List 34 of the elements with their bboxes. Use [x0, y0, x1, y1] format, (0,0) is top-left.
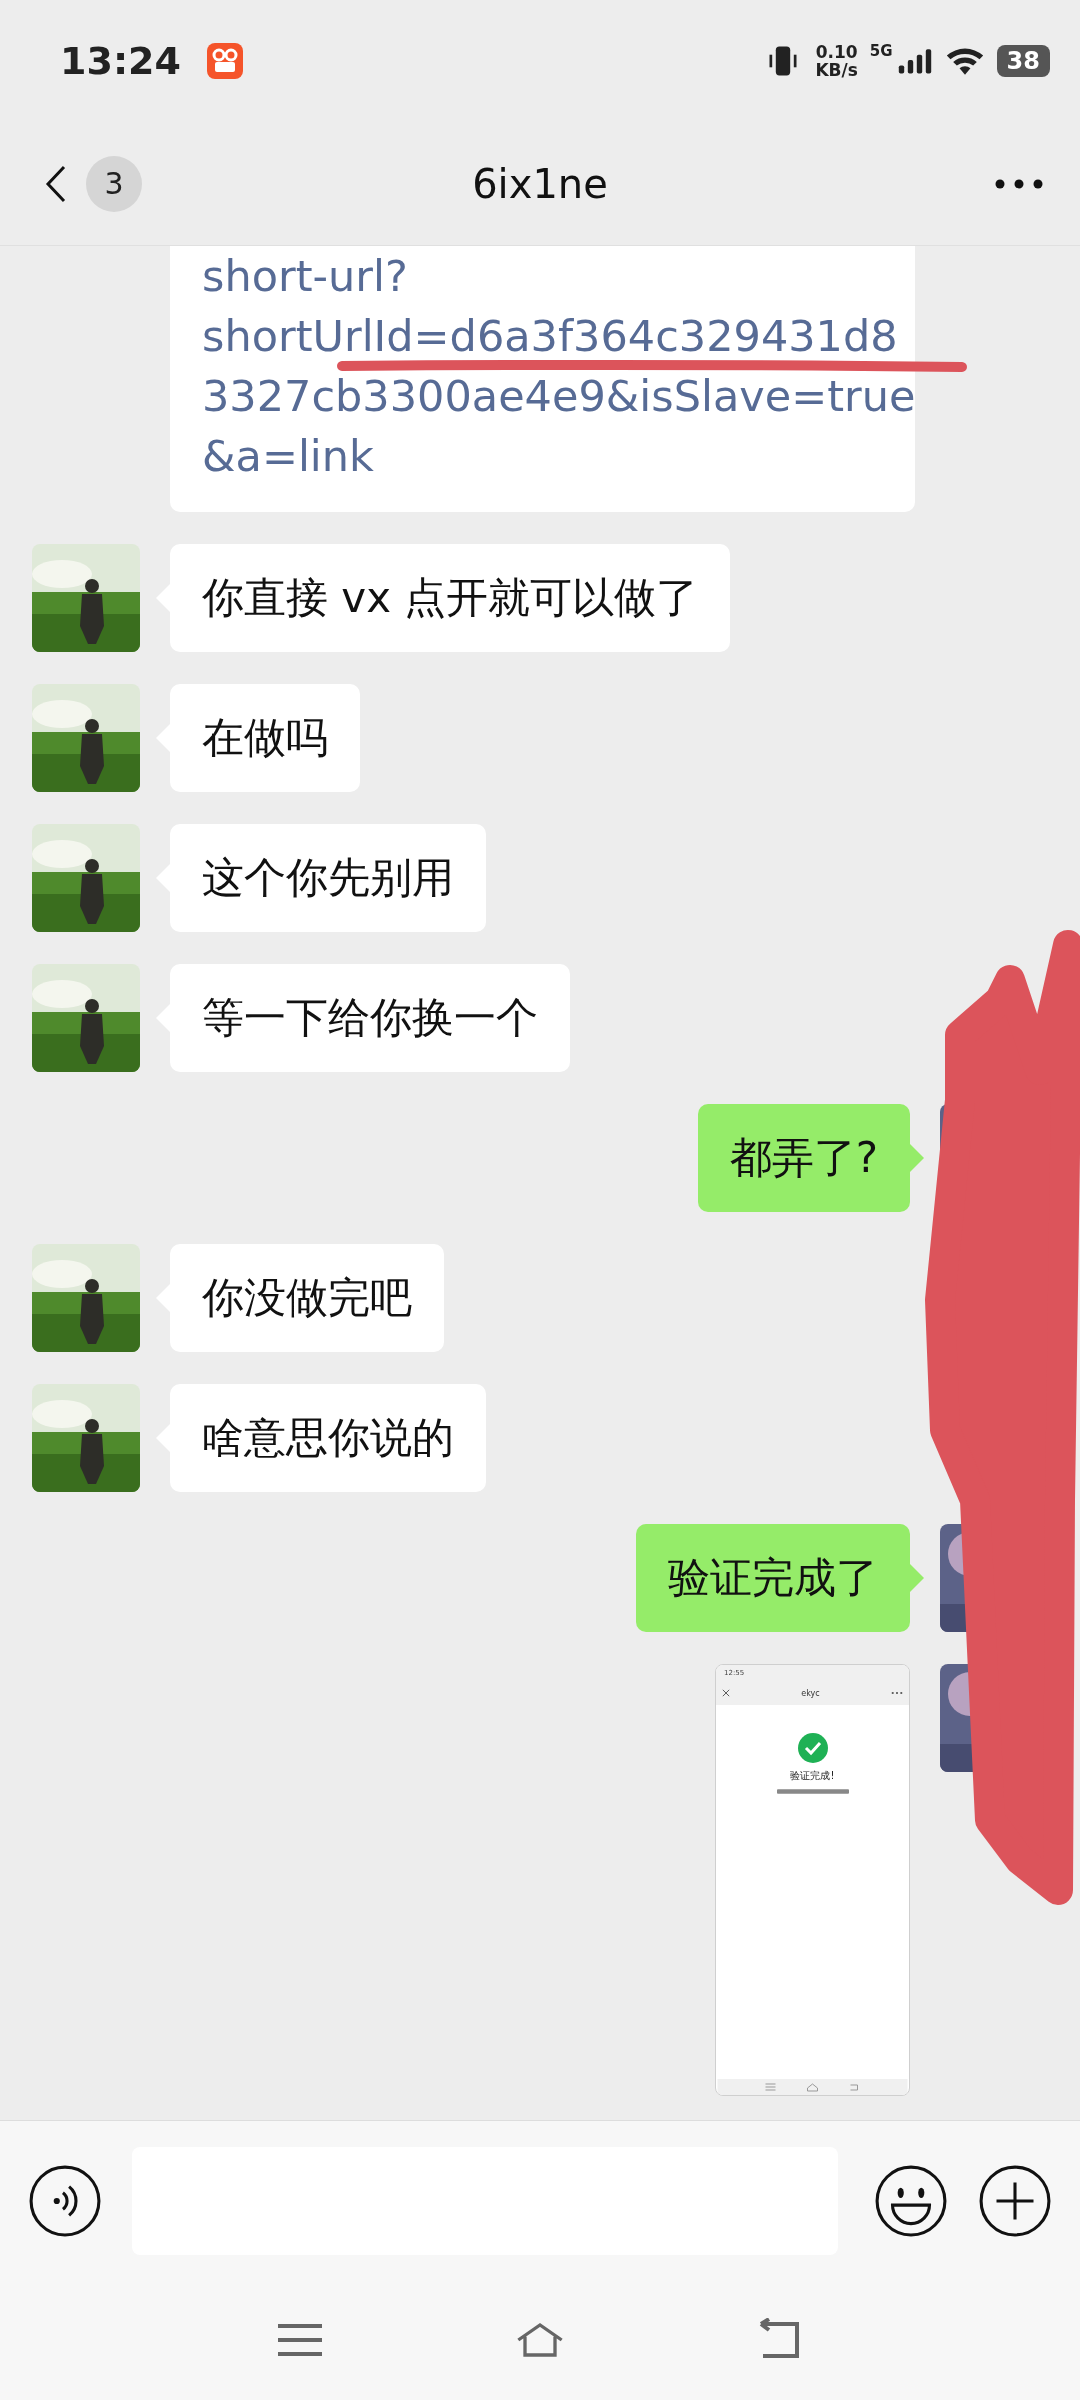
- net-speed: 0.10: [815, 43, 858, 61]
- check-icon: [797, 1733, 828, 1763]
- more-icon[interactable]: [994, 177, 1044, 190]
- app-icon: [206, 43, 243, 79]
- back-icon[interactable]: [44, 163, 68, 204]
- bubble-tail: [910, 1564, 924, 1592]
- battery-indicator: 38: [996, 45, 1050, 77]
- link-text-line: &a=link: [202, 432, 374, 480]
- message-bubble: 都弄了?: [697, 1104, 910, 1212]
- signal-icon: [896, 46, 933, 76]
- net-speed-unit: KB/s: [815, 61, 858, 79]
- message-bubble: 你没做完吧: [170, 1244, 444, 1352]
- message-bubble: 验证完成了: [636, 1524, 910, 1632]
- link-text-line: 3327cb3300ae4e9&isSlave=true: [202, 372, 916, 420]
- message-bubble: 在做吗: [170, 684, 360, 792]
- bubble-tail: [910, 1144, 924, 1172]
- more-icon: [891, 1691, 903, 1695]
- emoji-icon[interactable]: [874, 2163, 948, 2238]
- message-bubble: 你直接 vx 点开就可以做了: [170, 544, 731, 652]
- link-text-line: shortUrlId=d6a3f364c329431d8: [202, 312, 898, 360]
- close-icon: [722, 1689, 730, 1697]
- plus-icon[interactable]: [978, 2163, 1052, 2238]
- voice-icon[interactable]: [28, 2163, 102, 2238]
- message-bubble: 这个你先别用: [170, 824, 486, 932]
- chat-title: 6ix1ne: [472, 160, 608, 207]
- screenshot-title: ekyc: [800, 1688, 821, 1698]
- message-bubble: 等一下给你换一个: [170, 964, 570, 1072]
- link-message-bubble[interactable]: short-url? shortUrlId=d6a3f364c329431d8 3327cb3300ae4e9&isSlave=true &a=link: [170, 246, 915, 512]
- unread-count-badge: 3: [86, 155, 142, 212]
- status-time: 13:24: [60, 39, 181, 83]
- message-bubble: 啥意思你说的: [170, 1384, 486, 1492]
- screenshot-heading: 验证完成!: [790, 1769, 835, 1783]
- link-text-line: short-url?: [202, 252, 408, 300]
- network-type: 5G: [869, 42, 893, 60]
